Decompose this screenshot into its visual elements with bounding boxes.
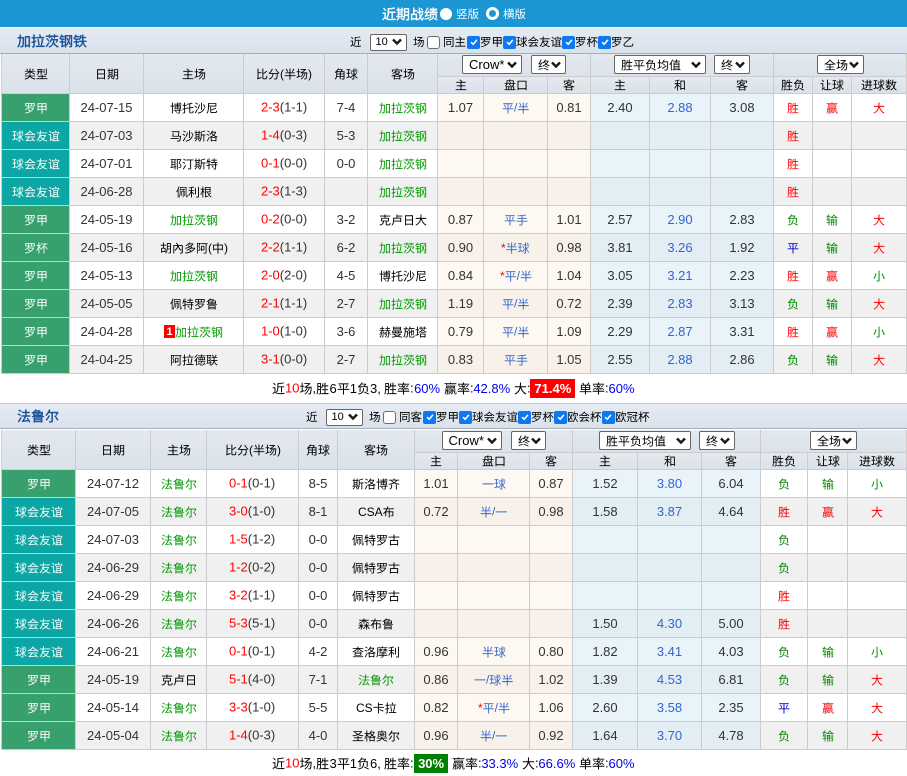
svg-text:(1-1): (1-1) [280, 240, 307, 255]
svg-text:CSA: CSA [358, 504, 383, 518]
svg-text:(1-0): (1-0) [280, 324, 307, 339]
svg-text:,: , [313, 755, 317, 770]
svg-text:/: / [492, 504, 496, 518]
svg-text:(4-0): (4-0) [248, 672, 275, 687]
svg-text:(0-0): (0-0) [280, 156, 307, 171]
svg-text:*: * [501, 240, 506, 254]
svg-text:(1-0): (1-0) [248, 700, 275, 715]
svg-text:2-0: 2-0 [261, 268, 280, 283]
svg-text:2-1: 2-1 [261, 296, 280, 311]
svg-text:(0-1): (0-1) [248, 476, 275, 491]
svg-text:(5-1): (5-1) [248, 616, 275, 631]
svg-text:*: * [478, 700, 483, 714]
svg-text:(1-1): (1-1) [280, 100, 307, 115]
svg-text:/: / [486, 672, 490, 686]
svg-text:(1-1): (1-1) [248, 588, 275, 603]
svg-text:): ) [308, 66, 312, 80]
svg-text:0-1: 0-1 [261, 156, 280, 171]
svg-text:0-1: 0-1 [229, 476, 248, 491]
svg-text:): ) [224, 240, 228, 254]
svg-text:(1-0): (1-0) [248, 504, 275, 519]
svg-text:/: / [514, 296, 518, 310]
svg-text:(0-0): (0-0) [280, 352, 307, 367]
svg-text:2-3: 2-3 [261, 100, 280, 115]
svg-text:1-5: 1-5 [229, 532, 248, 547]
svg-text:(2-0): (2-0) [280, 268, 307, 283]
svg-text:10: 10 [285, 755, 299, 770]
svg-text:(1-2): (1-2) [248, 532, 275, 547]
svg-text:*: * [500, 268, 505, 282]
svg-text:(0-2): (0-2) [248, 560, 275, 575]
svg-text:1-4: 1-4 [261, 128, 280, 143]
svg-text:/: / [494, 700, 498, 714]
svg-text:5-1: 5-1 [229, 672, 248, 687]
svg-text:2-3: 2-3 [261, 184, 280, 199]
svg-text:1-0: 1-0 [261, 324, 280, 339]
svg-text:(0-1): (0-1) [248, 644, 275, 659]
svg-text:CS: CS [356, 700, 373, 714]
svg-text:3-2: 3-2 [229, 588, 248, 603]
svg-text:3-3: 3-3 [229, 700, 248, 715]
svg-text:10: 10 [285, 381, 299, 396]
svg-text:0-2: 0-2 [261, 212, 280, 227]
svg-text:3-0: 3-0 [229, 504, 248, 519]
svg-text:0-1: 0-1 [229, 644, 248, 659]
svg-text:(: ( [280, 66, 284, 80]
svg-text:/: / [492, 728, 496, 742]
svg-text:(0-3): (0-3) [248, 728, 275, 743]
svg-text:3-1: 3-1 [261, 352, 280, 367]
svg-text:5-3: 5-3 [229, 616, 248, 631]
svg-text:): ) [277, 442, 281, 456]
svg-text:1-4: 1-4 [229, 728, 248, 743]
svg-text:(: ( [208, 240, 212, 254]
svg-text:,: , [313, 381, 317, 396]
svg-text:(0-3): (0-3) [280, 128, 307, 143]
svg-text:/: / [516, 268, 520, 282]
svg-text:1-2: 1-2 [229, 560, 248, 575]
svg-text:(: ( [249, 442, 253, 456]
svg-text:(1-3): (1-3) [280, 184, 307, 199]
svg-text:(1-1): (1-1) [280, 296, 307, 311]
svg-text:2-2: 2-2 [261, 240, 280, 255]
svg-text:/: / [514, 100, 518, 114]
svg-text:/: / [514, 324, 518, 338]
svg-text:(0-0): (0-0) [280, 212, 307, 227]
